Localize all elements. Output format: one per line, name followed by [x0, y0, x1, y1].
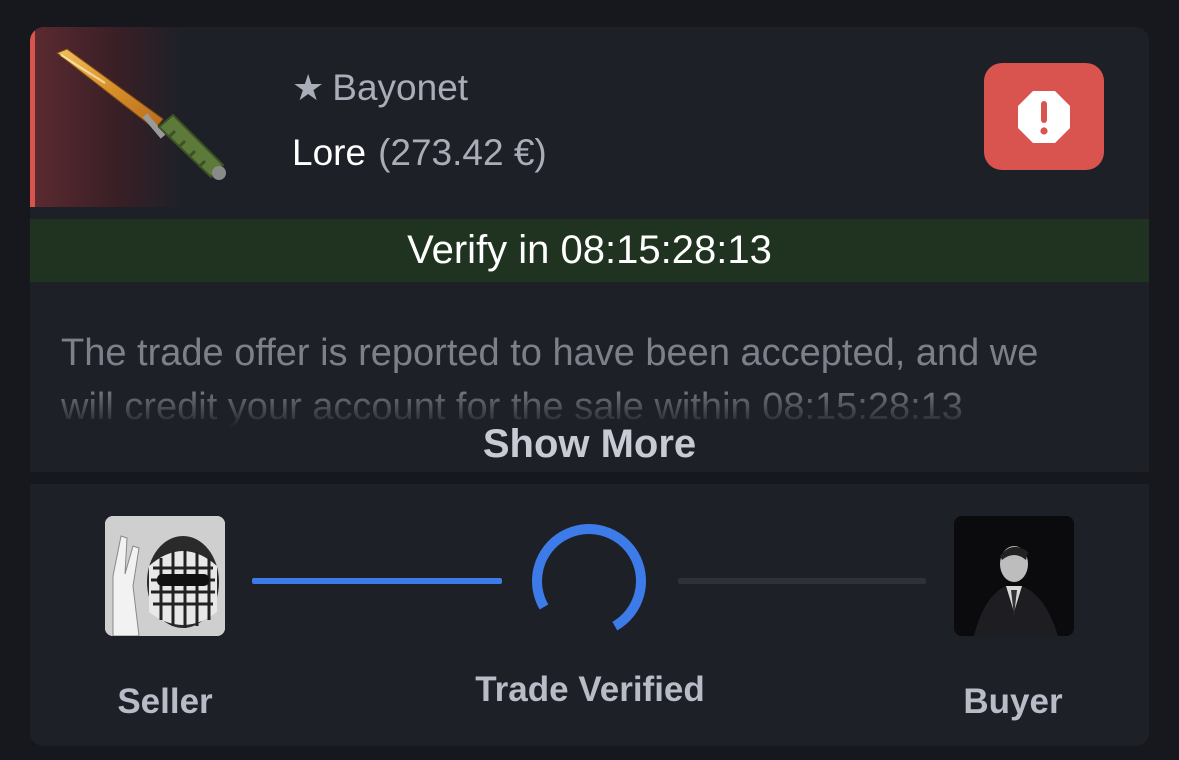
progress-line-seller [252, 578, 502, 584]
item-price: (273.42 €) [378, 132, 547, 173]
item-image [30, 27, 226, 207]
seller-avatar[interactable] [105, 516, 225, 636]
item-skin: Lore [292, 132, 367, 173]
seller-avatar-image [105, 516, 225, 636]
verify-countdown-bar: Verify in 08:15:28:13 [30, 219, 1149, 282]
seller-label: Seller [117, 682, 213, 721]
trade-status-label: Trade Verified [475, 670, 705, 709]
buyer-avatar[interactable] [954, 516, 1074, 636]
section-divider [30, 472, 1149, 484]
buyer-label: Buyer [963, 682, 1063, 721]
buyer-avatar-image [954, 516, 1074, 636]
trade-card: ★ Bayonet Lore (273.42 €) Verify in 08:15:… [30, 27, 1149, 746]
item-name: Bayonet [332, 67, 469, 108]
trade-progress: Seller Trade Verified Buyer [30, 484, 1149, 746]
progress-line-buyer [678, 578, 926, 584]
item-row: ★ Bayonet Lore (273.42 €) [30, 27, 1149, 207]
item-skin-line: Lore (273.42 €) [292, 132, 547, 174]
alert-octagon-icon [1018, 90, 1070, 143]
show-more-button[interactable]: Show More [30, 422, 1149, 472]
spinner-icon [532, 524, 646, 638]
star-icon: ★ [292, 67, 325, 108]
alert-button[interactable] [984, 63, 1104, 170]
item-name-line: ★ Bayonet [292, 67, 468, 109]
bayonet-knife-icon [56, 48, 226, 180]
